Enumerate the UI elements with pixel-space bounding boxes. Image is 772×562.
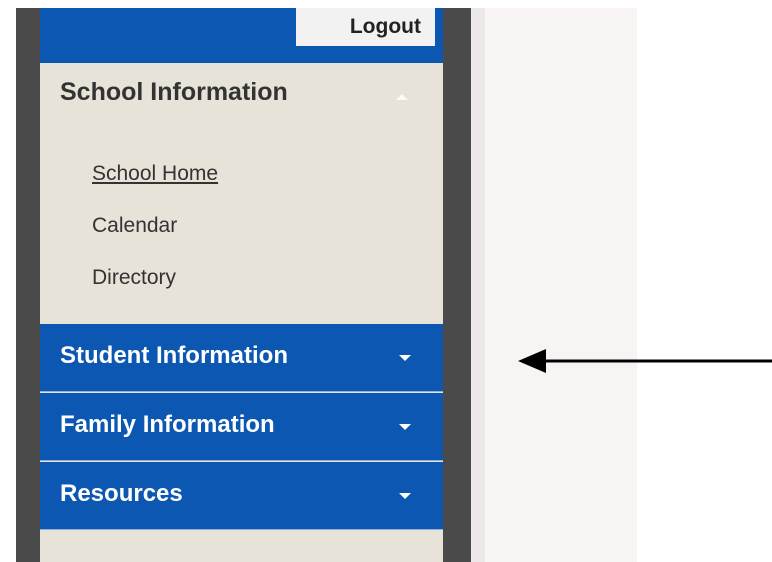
chevron-down-icon	[399, 355, 411, 361]
submenu-link-school-home[interactable]: School Home	[92, 162, 218, 186]
sidebar: Logout School Information School Home Ca…	[40, 8, 443, 562]
window-frame-left	[16, 8, 40, 562]
chevron-up-icon[interactable]	[396, 94, 408, 100]
sidebar-header: Logout	[40, 8, 443, 63]
main-content-area	[485, 8, 637, 562]
logout-button[interactable]: Logout	[296, 8, 435, 46]
submenu-link-directory[interactable]: Directory	[92, 266, 176, 290]
section-title-school-information[interactable]: School Information	[60, 78, 288, 107]
nav-item-student-information[interactable]: Student Information	[40, 324, 443, 392]
arrow-left-icon	[518, 349, 772, 373]
frame-divider	[471, 8, 485, 562]
nav-item-label: Resources	[60, 480, 183, 507]
nav-item-label: Family Information	[60, 411, 275, 438]
submenu-link-calendar[interactable]: Calendar	[92, 214, 177, 238]
chevron-down-icon	[399, 493, 411, 499]
nav-item-resources[interactable]: Resources	[40, 462, 443, 530]
nav-item-family-information[interactable]: Family Information	[40, 393, 443, 461]
nav-item-label: Student Information	[60, 342, 288, 369]
chevron-down-icon	[399, 424, 411, 430]
window-frame-right	[443, 8, 471, 562]
